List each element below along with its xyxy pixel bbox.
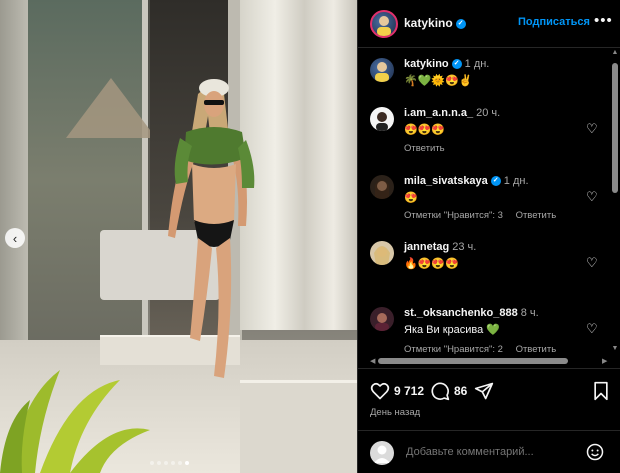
post-actions: 9 712 86 День назад (358, 368, 620, 418)
post-photo[interactable]: ‹ (0, 0, 357, 473)
like-comment-heart-icon[interactable]: ♡ (586, 255, 598, 271)
comment-likes-count[interactable]: Отметки "Нравится": 3 (404, 210, 503, 221)
horizontal-scrollbar-thumb[interactable] (378, 358, 568, 364)
comment-composer (358, 430, 620, 473)
like-comment-heart-icon[interactable]: ♡ (586, 321, 598, 337)
emoji-picker-icon[interactable] (586, 443, 604, 461)
verified-icon: ✓ (455, 18, 466, 29)
post-date[interactable]: День назад (370, 407, 420, 418)
verified-icon: ✓ (490, 176, 501, 187)
author-avatar[interactable] (370, 58, 394, 82)
reply-button[interactable]: Ответить (516, 210, 557, 221)
current-user-avatar (370, 441, 394, 465)
commenter-avatar[interactable] (370, 107, 394, 131)
carousel-dot (150, 461, 154, 465)
commenter-avatar[interactable] (370, 241, 394, 265)
caption-username[interactable]: katykino ✓ 1 дн. (404, 58, 489, 70)
likes-count[interactable]: 9 712 (394, 384, 424, 398)
reply-button[interactable]: Ответить (516, 344, 557, 355)
carousel-dot (164, 461, 168, 465)
comments-list[interactable]: katykino ✓ 1 дн. 🌴💚🌞😍✌️ i.am_a.n.n.a_ 20 ч.… (358, 49, 620, 361)
like-comment-heart-icon[interactable]: ♡ (586, 189, 598, 205)
comment-meta: Отметки "Нравится": 3 Ответить (404, 210, 566, 221)
comment-meta: Отметки "Нравится": 2 Ответить (404, 344, 566, 355)
scroll-down-icon[interactable]: ▼ (611, 345, 619, 353)
more-options-icon[interactable]: ••• (594, 12, 613, 29)
carousel-indicator (150, 461, 189, 465)
comment-username[interactable]: st._oksanchenko_888 8 ч. (404, 307, 539, 319)
commenter-avatar[interactable] (370, 175, 394, 199)
comment-likes-count[interactable]: Отметки "Нравится": 2 (404, 344, 503, 355)
comments-scrollbar[interactable]: ▲ ▼ (611, 49, 619, 361)
carousel-dot (178, 461, 182, 465)
carousel-dot (171, 461, 175, 465)
author-avatar[interactable] (370, 10, 398, 38)
post-header: katykino ✓ Подписаться ••• (358, 0, 620, 48)
comment-text: 😍😍😍 (404, 124, 446, 136)
like-heart-icon[interactable] (370, 381, 390, 401)
post-panel: katykino ✓ Подписаться ••• katykino ✓ 1 дн.… (357, 0, 620, 473)
comment-username[interactable]: jannetag 23 ч. (404, 241, 476, 253)
verified-icon: ✓ (451, 59, 462, 70)
follow-button[interactable]: Подписаться (518, 16, 590, 28)
scroll-left-icon[interactable]: ◀ (370, 357, 375, 365)
like-comment-heart-icon[interactable]: ♡ (586, 121, 598, 137)
reply-button[interactable]: Ответить (404, 143, 445, 154)
carousel-dot (157, 461, 161, 465)
comment-text: Яка Ви красива 💚 (404, 324, 500, 336)
comment-meta: Ответить (404, 143, 455, 154)
commenter-avatar[interactable] (370, 307, 394, 331)
comment-username[interactable]: i.am_a.n.n.a_ 20 ч. (404, 107, 500, 119)
photo-person (168, 79, 255, 378)
photo-plant (0, 370, 150, 473)
scroll-right-icon[interactable]: ▶ (602, 357, 607, 365)
comment-text: 😍 (404, 192, 418, 204)
comments-count: 86 (454, 384, 468, 398)
author-username[interactable]: katykino ✓ (404, 16, 466, 30)
comment-text: 🔥😍😍😍 (404, 258, 459, 270)
scroll-up-icon[interactable]: ▲ (611, 49, 619, 57)
previous-photo-button[interactable]: ‹ (5, 228, 25, 248)
caption-text: 🌴💚🌞😍✌️ (404, 75, 473, 87)
save-bookmark-icon[interactable] (592, 381, 610, 401)
carousel-dot (185, 461, 189, 465)
comment-input[interactable] (406, 446, 576, 458)
horizontal-scrollbar[interactable]: ◀ ▶ (370, 357, 610, 365)
photo-window (28, 0, 156, 360)
comment-username[interactable]: mila_sivatskaya ✓ 1 дн. (404, 175, 529, 187)
scrollbar-thumb[interactable] (612, 63, 618, 193)
comment-icon[interactable] (430, 381, 450, 401)
share-icon[interactable] (474, 381, 494, 401)
